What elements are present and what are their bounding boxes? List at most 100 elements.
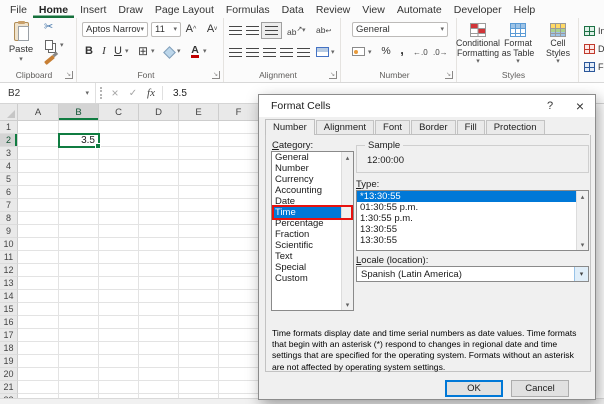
row-header[interactable]: 11 xyxy=(0,251,18,264)
row-header[interactable]: 12 xyxy=(0,264,18,277)
type-listbox[interactable]: *13:30:5501:30:55 p.m.1:30:55 p.m.13:30:… xyxy=(356,190,589,251)
formula-bar-handle[interactable] xyxy=(96,83,106,103)
dropdown-chevron-icon[interactable] xyxy=(331,49,335,56)
column-header[interactable]: C xyxy=(99,104,139,121)
row-header[interactable]: 2 xyxy=(0,134,18,147)
grid-cell[interactable] xyxy=(59,160,99,173)
grid-cell[interactable] xyxy=(18,277,59,290)
grid-cell[interactable] xyxy=(99,264,139,277)
dialog-tab-border[interactable]: Border xyxy=(411,120,456,134)
grid-cell[interactable] xyxy=(99,186,139,199)
grid-cell[interactable] xyxy=(179,212,219,225)
insert-cells-button[interactable]: Insert xyxy=(584,24,604,38)
dialog-tab-font[interactable]: Font xyxy=(375,120,410,134)
dropdown-chevron-icon[interactable] xyxy=(60,42,64,49)
cut-icon[interactable] xyxy=(44,22,53,33)
grid-cell[interactable] xyxy=(139,121,179,134)
align-middle-icon[interactable] xyxy=(246,26,259,35)
grid-cell[interactable] xyxy=(59,329,99,342)
ribbon-tab-automate[interactable]: Automate xyxy=(391,0,448,18)
dropdown-chevron-icon[interactable] xyxy=(177,48,181,55)
row-header[interactable]: 10 xyxy=(0,238,18,251)
grid-cell[interactable] xyxy=(179,381,219,394)
grid-cell[interactable] xyxy=(59,290,99,303)
grid-cell[interactable] xyxy=(18,290,59,303)
grid-cell[interactable] xyxy=(179,316,219,329)
column-header[interactable]: D xyxy=(139,104,179,121)
grid-cell[interactable] xyxy=(179,277,219,290)
select-all-corner[interactable] xyxy=(0,104,18,121)
dropdown-chevron-icon[interactable] xyxy=(125,48,129,55)
row-header[interactable]: 3 xyxy=(0,147,18,160)
grid-cell[interactable] xyxy=(219,134,259,147)
grid-cell[interactable] xyxy=(18,368,59,381)
row-header[interactable]: 17 xyxy=(0,329,18,342)
type-item[interactable]: 13:30:55 xyxy=(357,224,588,235)
ok-button[interactable]: OK xyxy=(445,380,503,397)
grid-cell[interactable] xyxy=(139,173,179,186)
grid-cell[interactable] xyxy=(59,186,99,199)
ribbon-tab-file[interactable]: File xyxy=(4,0,33,18)
grid-cell[interactable] xyxy=(99,121,139,134)
grid-cell[interactable] xyxy=(219,121,259,134)
grid-cell[interactable] xyxy=(99,355,139,368)
grid-cell[interactable] xyxy=(18,212,59,225)
grid-cell[interactable] xyxy=(179,199,219,212)
type-list-scrollbar[interactable] xyxy=(576,191,588,250)
grid-cell[interactable] xyxy=(139,134,179,147)
grid-cell[interactable] xyxy=(219,329,259,342)
grid-cell[interactable] xyxy=(179,121,219,134)
type-item[interactable]: *13:30:55 xyxy=(357,191,588,202)
dropdown-chevron-icon[interactable] xyxy=(302,27,306,34)
align-top-icon[interactable] xyxy=(229,26,242,35)
grid-cell[interactable] xyxy=(59,303,99,316)
alignment-dialog-launcher-icon[interactable] xyxy=(329,71,337,79)
grid-cell[interactable] xyxy=(139,342,179,355)
grid-cell[interactable] xyxy=(99,147,139,160)
grid-cell[interactable] xyxy=(18,199,59,212)
grid-cell[interactable] xyxy=(59,147,99,160)
grid-cell[interactable] xyxy=(99,316,139,329)
grid-cell[interactable] xyxy=(59,251,99,264)
grid-cell[interactable] xyxy=(219,342,259,355)
grid-cell[interactable] xyxy=(139,290,179,303)
accounting-format-icon[interactable] xyxy=(352,47,365,56)
grid-cell[interactable] xyxy=(219,212,259,225)
type-item[interactable]: 01:30:55 p.m. xyxy=(357,202,588,213)
italic-button[interactable]: I xyxy=(97,44,111,58)
wrap-text-icon[interactable]: ab xyxy=(316,25,331,35)
column-header[interactable]: F xyxy=(219,104,259,121)
grid-cell[interactable] xyxy=(59,199,99,212)
cancel-button[interactable]: Cancel xyxy=(511,380,569,397)
decrease-font-size-button[interactable]: A xyxy=(205,22,219,36)
scroll-up-icon[interactable] xyxy=(342,152,353,163)
dialog-tab-protection[interactable]: Protection xyxy=(486,120,545,134)
grid-cell[interactable] xyxy=(18,225,59,238)
decrease-indent-icon[interactable] xyxy=(280,48,293,57)
dropdown-chevron-icon[interactable] xyxy=(368,49,372,56)
grid-cell[interactable] xyxy=(139,264,179,277)
grid-cell[interactable] xyxy=(139,238,179,251)
ribbon-tab-home[interactable]: Home xyxy=(33,0,74,18)
grid-cell[interactable] xyxy=(139,381,179,394)
row-header[interactable]: 18 xyxy=(0,342,18,355)
grid-cell[interactable] xyxy=(99,212,139,225)
ribbon-tab-draw[interactable]: Draw xyxy=(112,0,149,18)
grid-cell[interactable] xyxy=(139,212,179,225)
grid-cell[interactable] xyxy=(18,121,59,134)
grid-cell[interactable] xyxy=(99,329,139,342)
grid-cell[interactable] xyxy=(139,251,179,264)
grid-cell[interactable] xyxy=(219,368,259,381)
grid-cell[interactable] xyxy=(179,329,219,342)
underline-button[interactable]: U xyxy=(111,44,125,58)
ribbon-tab-view[interactable]: View xyxy=(356,0,391,18)
ribbon-tab-data[interactable]: Data xyxy=(276,0,310,18)
grid-cell[interactable] xyxy=(18,264,59,277)
dialog-help-icon[interactable] xyxy=(535,95,565,117)
grid-cell[interactable] xyxy=(179,225,219,238)
name-box[interactable]: B2 xyxy=(0,83,96,103)
ribbon-tab-page-layout[interactable]: Page Layout xyxy=(149,0,220,18)
grid-cell[interactable] xyxy=(59,238,99,251)
grid-cell[interactable] xyxy=(219,238,259,251)
decrease-decimal-icon[interactable]: .0→ xyxy=(433,48,448,57)
